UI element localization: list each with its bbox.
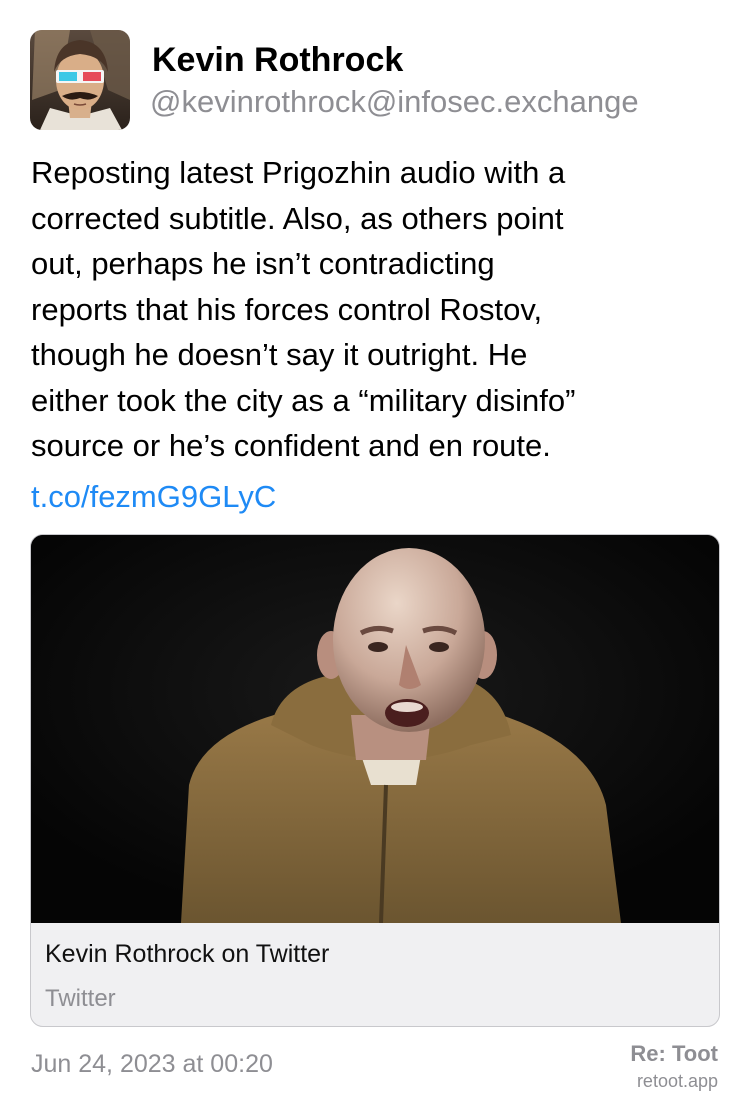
brand-title: Re: Toot xyxy=(630,1041,718,1066)
user-avatar[interactable] xyxy=(30,30,130,130)
brand-subtitle: retoot.app xyxy=(636,1071,718,1091)
post-text-line: source or he’s confident and en route. xyxy=(31,428,551,463)
post-text-line: either took the city as a “military disi… xyxy=(31,382,576,418)
post-text-line: Reposting latest Prigozhin audio with a xyxy=(31,155,566,190)
link-preview-image[interactable] xyxy=(31,535,720,923)
link-preview-title[interactable]: Kevin Rothrock on Twitter xyxy=(45,938,329,970)
post-text-line: though he doesn’t say it outright. He xyxy=(31,337,528,372)
author-display-name[interactable]: Kevin Rothrock xyxy=(152,38,403,82)
post-text-line: reports that his forces control Rostov, xyxy=(31,291,543,327)
link-preview-source: Twitter xyxy=(45,985,116,1012)
post-body: Reposting latest Prigozhin audio with a … xyxy=(31,150,721,469)
post-link[interactable]: t.co/fezmG9GLyC xyxy=(31,474,276,519)
post-timestamp: Jun 24, 2023 at 00:20 xyxy=(31,1050,273,1078)
author-handle[interactable]: @kevinrothrock@infosec.exchange xyxy=(150,82,639,122)
post-text-line: corrected subtitle. Also, as others poin… xyxy=(31,200,564,236)
app-branding: Re: Toot retoot.app xyxy=(630,1040,718,1094)
link-preview-card[interactable]: Kevin Rothrock on Twitter Twitter xyxy=(30,534,720,1027)
post-text-line: out, perhaps he isn’t contradicting xyxy=(31,246,495,281)
